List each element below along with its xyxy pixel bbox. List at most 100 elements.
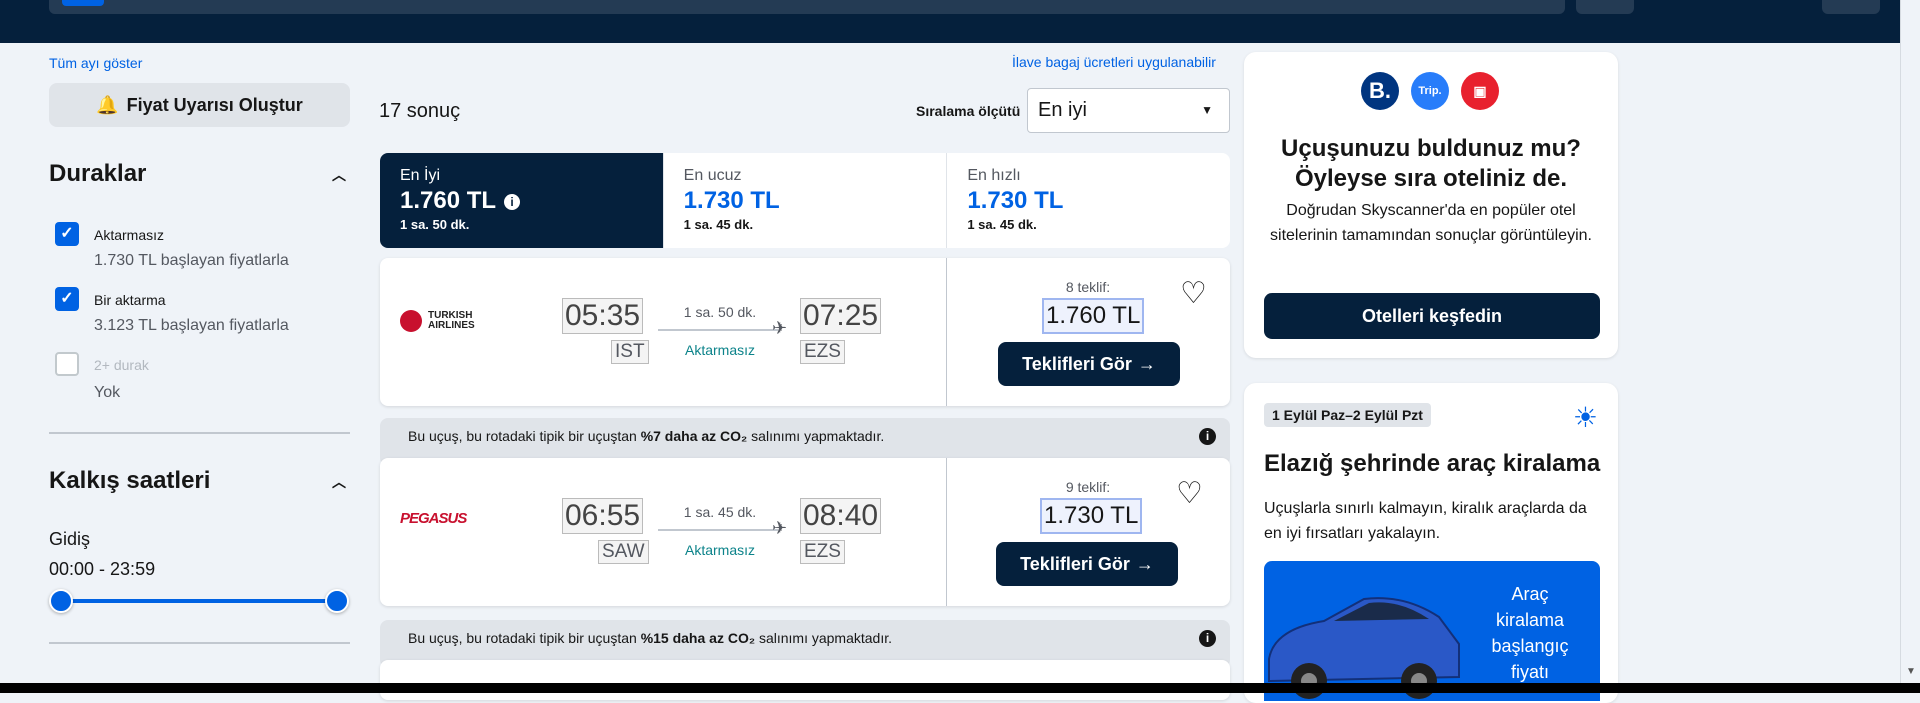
info-icon[interactable]: i [504, 193, 521, 210]
eco-text: salınımı yapmaktadır. [755, 630, 893, 646]
airline-name: PEGASUS [400, 510, 467, 527]
date-badge: 1 Eylül Paz–2 Eylül Pzt [1264, 403, 1431, 427]
arrival-airport: EZS [800, 340, 845, 364]
airline-logo: PEGASUS [400, 510, 467, 527]
route-line [658, 529, 778, 531]
car-text: Uçuşlarla sınırlı kalmayın, kiralık araç… [1264, 500, 1587, 542]
flight-price: 1.730 TL [1040, 498, 1143, 534]
offers-count: 8 teklif: [1065, 279, 1111, 295]
heart-icon[interactable]: ♡ [1180, 276, 1207, 311]
price-alert-button[interactable]: 🔔 Fiyat Uyarısı Oluştur [49, 83, 350, 127]
checkbox-nonstop[interactable]: ✓ [55, 222, 79, 246]
stop-label: 2+ durak [94, 357, 149, 373]
checkbox-two-plus[interactable] [55, 352, 79, 376]
card-divider [946, 458, 947, 606]
departure-times-title: Kalkış saatleri [49, 467, 211, 494]
top-navbar [0, 0, 1900, 43]
info-icon[interactable]: i [1199, 630, 1216, 647]
eco-text: salınımı yapmaktadır. [747, 428, 885, 444]
turkish-airlines-icon [400, 310, 422, 332]
time-range: 00:00 - 23:59 [49, 559, 156, 579]
departure-airport: IST [611, 340, 649, 364]
plane-icon: ✈ [772, 518, 788, 538]
hotel-text: Doğrudan Skyscanner'da en popüler otel s… [1270, 202, 1592, 244]
departure-time: 06:55 [562, 498, 644, 534]
tab-best[interactable]: En İyi 1.760 TL i 1 sa. 50 dk. [380, 153, 664, 248]
sort-tabs: En İyi 1.760 TL i 1 sa. 50 dk. En ucuz 1.… [380, 153, 1230, 248]
divider [49, 642, 350, 644]
stops-info: Aktarmasız [684, 342, 755, 358]
booking-logo: B. [1361, 72, 1399, 110]
tab-cheapest[interactable]: En ucuz 1.730 TL 1 sa. 45 dk. [664, 153, 948, 248]
sort-value: En iyi [1038, 99, 1087, 121]
arrival-time: 07:25 [800, 298, 882, 334]
baggage-note-link[interactable]: İlave bagaj ücretleri uygulanabilir [1012, 54, 1216, 70]
eco-highlight: %7 daha az CO₂ [640, 428, 748, 444]
sort-select[interactable]: En iyi ▼ [1027, 88, 1230, 133]
header-button[interactable] [1822, 0, 1880, 14]
stops-title: Duraklar [49, 160, 147, 187]
caret-down-icon: ▼ [1201, 103, 1213, 117]
tab-title: En ucuz [683, 167, 742, 184]
arrival-airport: EZS [800, 540, 845, 564]
tab-duration: 1 sa. 50 dk. [400, 217, 470, 232]
tab-title: En hızlı [967, 167, 1021, 184]
time-slider-track[interactable] [62, 599, 338, 603]
search-bar[interactable] [49, 0, 1565, 14]
car-promo[interactable]: Araç kiralama başlangıç fiyatı [1264, 561, 1600, 701]
eco-text: Bu uçuş, bu rotadaki tipik bir uçuştan [408, 428, 641, 444]
eco-text: Bu uçuş, bu rotadaki tipik bir uçuştan [408, 630, 641, 646]
heart-icon[interactable]: ♡ [1176, 476, 1203, 511]
header-button[interactable] [1576, 0, 1634, 14]
show-month-link[interactable]: Tüm ayı göster [49, 55, 142, 71]
tab-price: 1.730 TL [683, 187, 780, 214]
search-button[interactable] [62, 0, 104, 6]
car-rental-panel: 1 Eylül Paz–2 Eylül Pzt ☀ Elazığ şehrind… [1244, 383, 1618, 703]
plane-icon: ✈ [772, 318, 788, 338]
slider-handle-end[interactable] [325, 589, 349, 613]
arrow-right-icon: → [1137, 353, 1156, 374]
checkbox-one-stop[interactable]: ✓ [55, 287, 79, 311]
departure-airport: SAW [598, 540, 649, 564]
hotel-panel: B. Trip. ▣ Uçuşunuzu buldunuz mu? Öyleys… [1244, 52, 1618, 358]
price-alert-label: Fiyat Uyarısı Oluştur [126, 94, 303, 115]
offers-count: 9 teklif: [1065, 479, 1111, 495]
chevron-up-icon[interactable]: ︿ [332, 165, 346, 185]
airline-name: TURKISH AIRLINES [428, 310, 475, 331]
bell-icon: 🔔 [96, 94, 119, 115]
flight-price: 1.760 TL [1042, 298, 1145, 334]
flight-card[interactable] [380, 660, 1230, 700]
tab-title: En İyi [400, 167, 441, 184]
stop-sub: 1.730 TL başlayan fiyatlarla [94, 252, 289, 269]
stop-sub: 3.123 TL başlayan fiyatlarla [94, 317, 289, 334]
view-deals-button[interactable]: Teklifleri Gör → [996, 542, 1178, 586]
chevron-up-icon[interactable]: ︿ [332, 472, 346, 492]
outbound-label: Gidiş [49, 529, 91, 549]
departure-time: 05:35 [562, 298, 644, 334]
arrow-right-icon: → [1135, 553, 1154, 574]
hotels-logo: ▣ [1461, 72, 1499, 110]
stop-sub: Yok [94, 384, 121, 401]
tab-duration: 1 sa. 45 dk. [967, 217, 1037, 232]
scroll-down-icon[interactable]: ▼ [1906, 666, 1916, 677]
sun-logo-icon: ☀ [1572, 402, 1598, 433]
flight-card[interactable]: PEGASUS 06:55 SAW 1 sa. 45 dk. ✈ Aktarma… [380, 458, 1230, 606]
stop-label: Bir aktarma [94, 292, 166, 308]
sort-label: Sıralama ölçütü [916, 103, 1021, 119]
slider-handle-start[interactable] [49, 589, 73, 613]
arrival-time: 08:40 [800, 498, 882, 534]
result-count: 17 sonuç [379, 100, 461, 122]
view-deals-button[interactable]: Teklifleri Gör → [998, 342, 1180, 386]
flight-duration: 1 sa. 50 dk. [683, 304, 757, 320]
view-deals-label: Teklifleri Gör [1022, 353, 1132, 374]
explore-hotels-button[interactable]: Otelleri keşfedin [1264, 293, 1600, 339]
stop-label: Aktarmasız [94, 227, 165, 243]
airline-logo: TURKISH AIRLINES [400, 310, 488, 332]
page-scrollbar[interactable]: ▼ [1900, 0, 1920, 693]
car-box-text: Araç kiralama başlangıç fiyatı [1491, 584, 1569, 682]
tab-price: 1.730 TL [967, 187, 1064, 214]
flight-card[interactable]: TURKISH AIRLINES 05:35 IST 1 sa. 50 dk. … [380, 258, 1230, 406]
tab-fastest[interactable]: En hızlı 1.730 TL 1 sa. 45 dk. [947, 153, 1230, 248]
tab-price: 1.760 TL [400, 187, 497, 214]
info-icon[interactable]: i [1199, 428, 1216, 445]
